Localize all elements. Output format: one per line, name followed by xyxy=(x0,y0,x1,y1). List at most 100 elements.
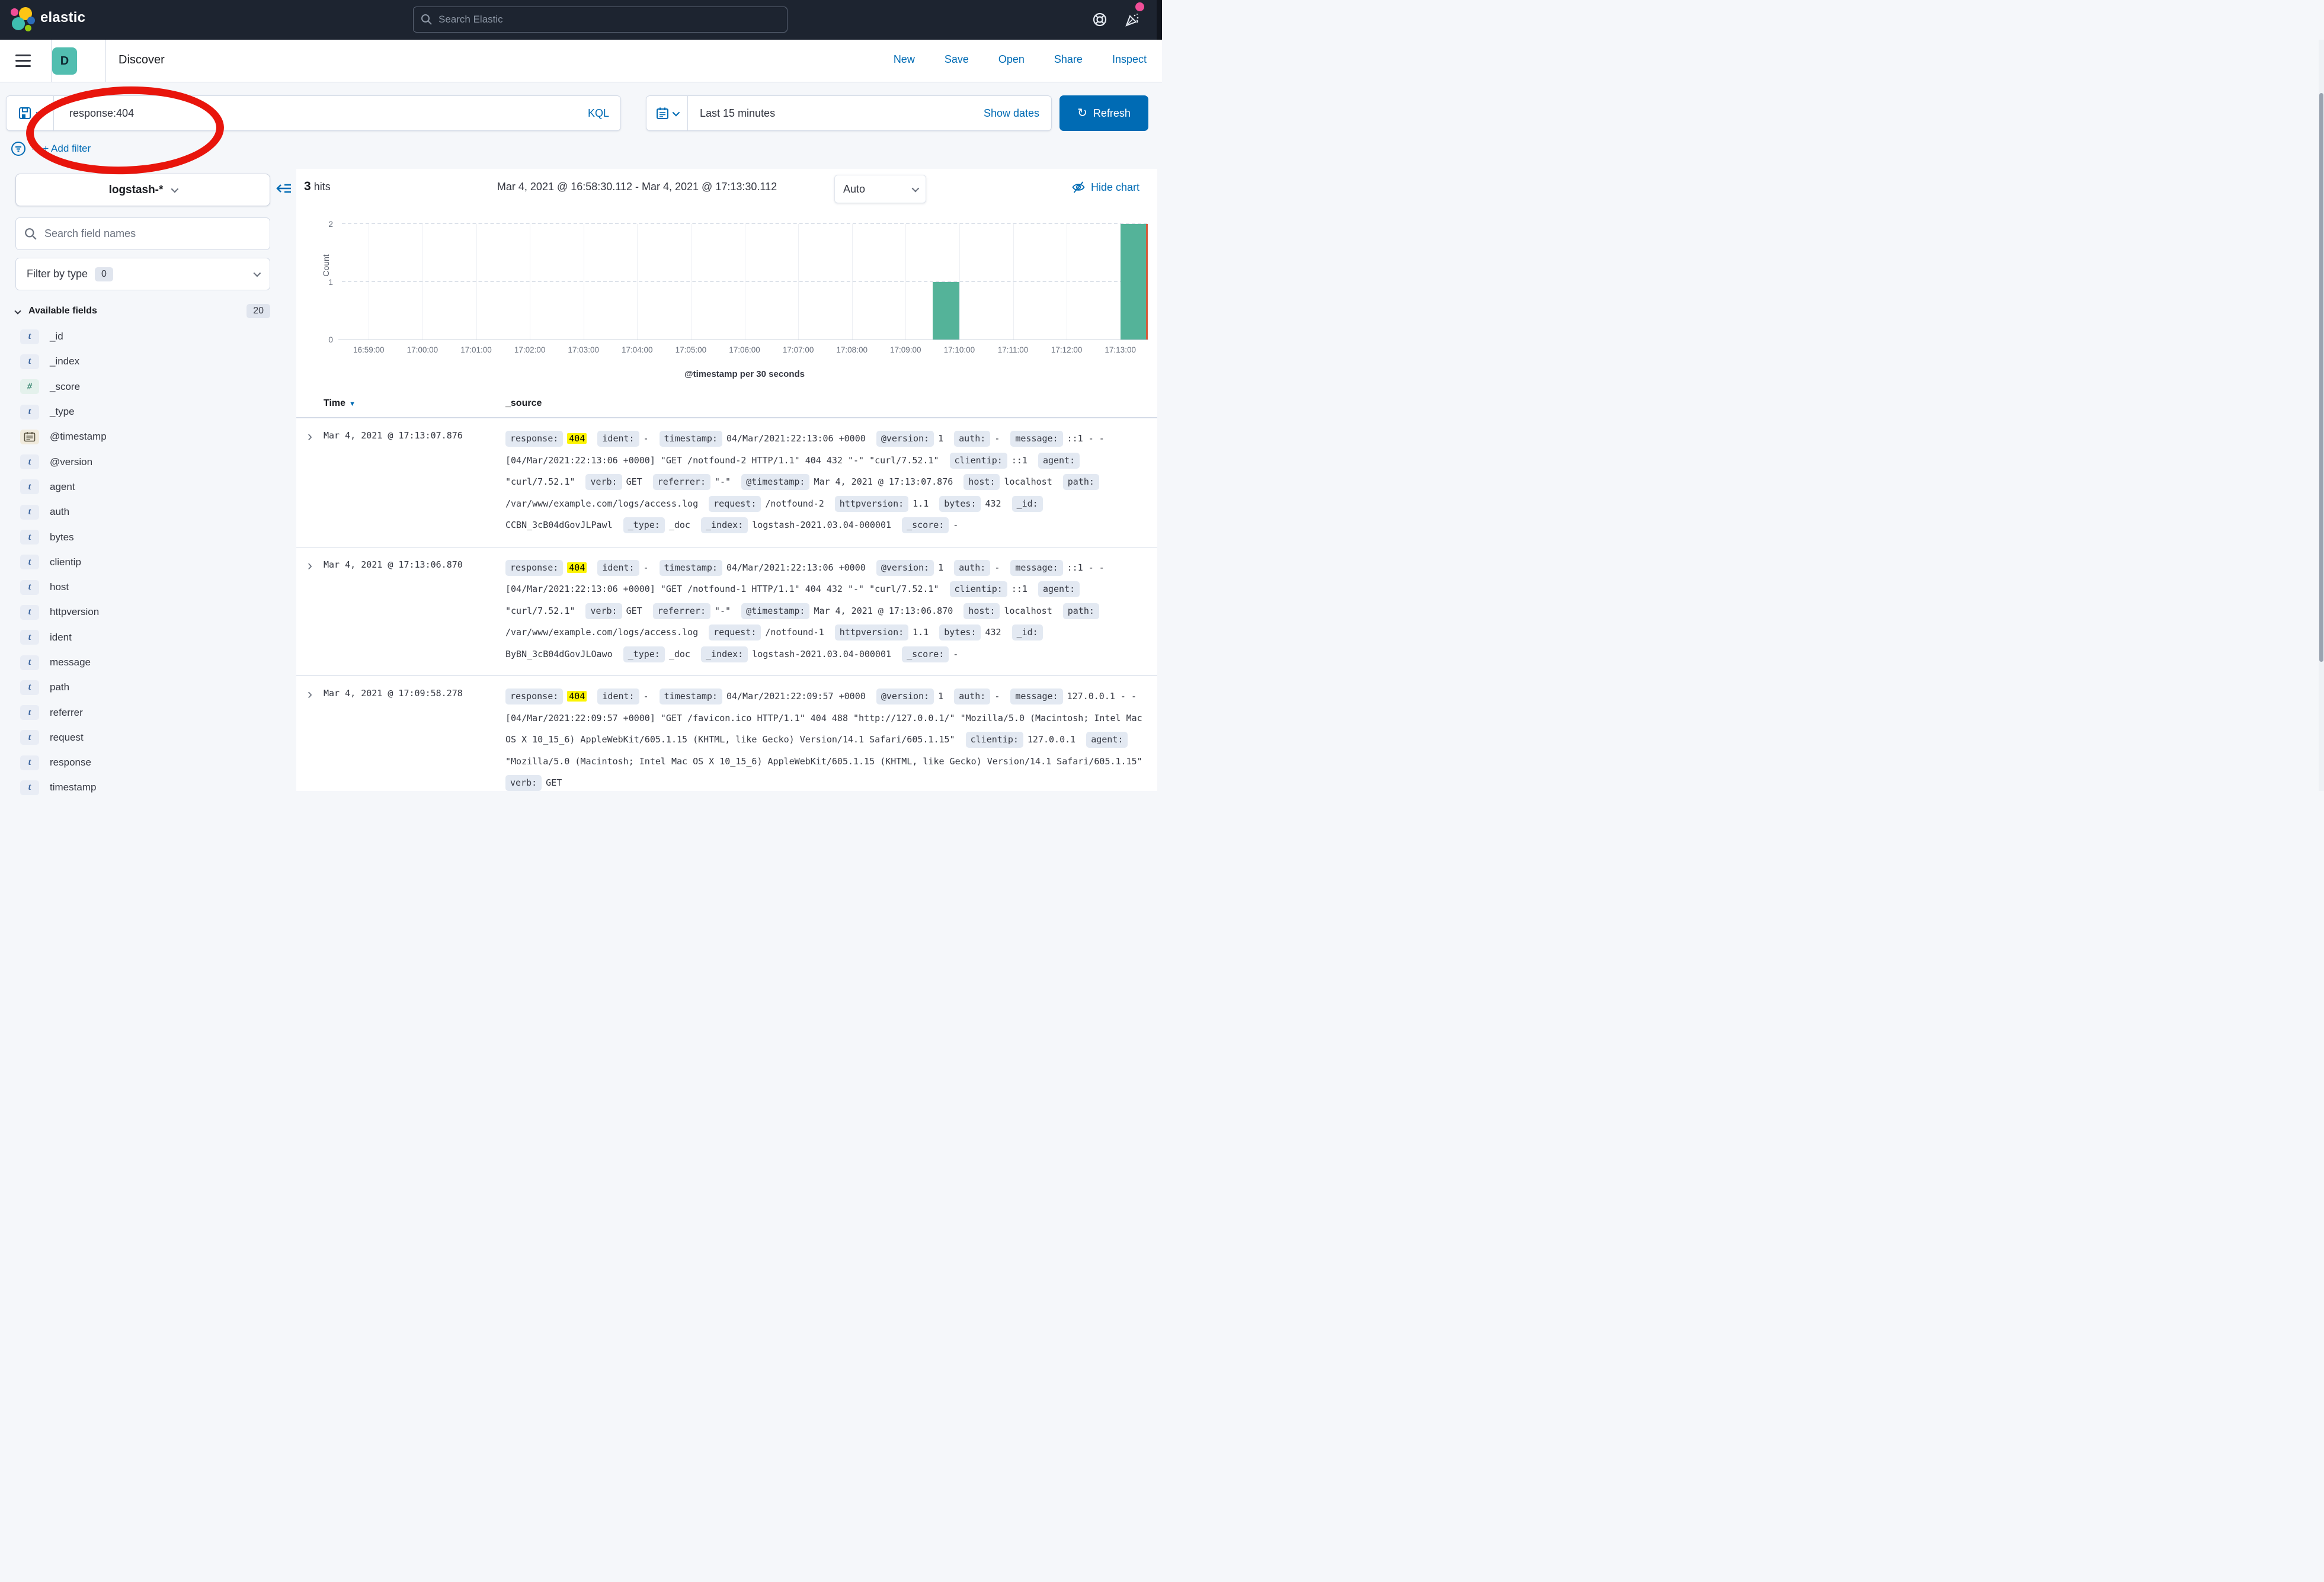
field-key-badge: @timestamp: xyxy=(741,474,809,490)
field-item-_id[interactable]: t _id xyxy=(15,324,270,349)
available-fields-header[interactable]: Available fields 20 xyxy=(15,304,270,318)
field-value: "Mozilla/5.0 (Macintosh; Intel Mac OS X … xyxy=(505,756,1142,767)
field-name: ident xyxy=(50,632,72,643)
discover-app-badge[interactable]: D xyxy=(52,47,77,75)
expand-row-icon[interactable]: › xyxy=(296,686,324,791)
histogram-bar-17:13:00[interactable] xyxy=(1121,224,1147,340)
nav-link-save[interactable]: Save xyxy=(945,53,969,66)
hide-chart-link[interactable]: Hide chart xyxy=(1072,181,1139,194)
field-value: - xyxy=(644,562,654,573)
query-input[interactable]: response:404 xyxy=(54,107,577,120)
field-item-ident[interactable]: tident xyxy=(15,625,270,650)
scrollbar[interactable] xyxy=(2319,40,2324,791)
number-field-icon: # xyxy=(20,379,39,394)
expand-row-icon[interactable]: › xyxy=(296,557,324,665)
field-value: _doc xyxy=(669,520,696,530)
scrollbar-header-segment xyxy=(1157,0,1162,40)
field-name: _id xyxy=(50,331,63,342)
field-item-clientip[interactable]: tclientip xyxy=(15,550,270,575)
field-value: - xyxy=(644,691,654,702)
field-item-@version[interactable]: t@version xyxy=(15,449,270,474)
filter-by-type-select[interactable]: Filter by type 0 xyxy=(15,258,270,290)
field-item-@timestamp[interactable]: @timestamp xyxy=(15,424,270,449)
show-dates-link[interactable]: Show dates xyxy=(984,107,1051,120)
string-field-icon: t xyxy=(20,605,39,620)
filter-by-type-label: Filter by type xyxy=(27,268,88,280)
add-filter-link[interactable]: + Add filter xyxy=(43,143,91,155)
filter-icon[interactable] xyxy=(11,141,26,156)
string-field-icon: t xyxy=(20,329,39,344)
field-item-agent[interactable]: tagent xyxy=(15,475,270,499)
field-item-httpversion[interactable]: thttpversion xyxy=(15,600,270,625)
newsfeed-icon[interactable] xyxy=(1125,12,1140,27)
field-item-host[interactable]: thost xyxy=(15,575,270,600)
field-key-badge: httpversion: xyxy=(835,496,908,512)
expand-row-icon[interactable]: › xyxy=(296,428,324,536)
y-tick-label: 1 xyxy=(328,277,333,287)
field-key-badge: @version: xyxy=(876,431,934,447)
field-key-badge: _score: xyxy=(902,646,949,662)
field-item-request[interactable]: trequest xyxy=(15,725,270,750)
help-icon[interactable] xyxy=(1092,12,1107,27)
field-item-bytes[interactable]: tbytes xyxy=(15,524,270,549)
column-header-source[interactable]: _source xyxy=(505,398,542,409)
field-name: auth xyxy=(50,506,69,518)
field-value: 1 xyxy=(938,691,949,702)
column-header-time[interactable]: Time▼ xyxy=(324,398,356,409)
divider xyxy=(51,40,52,82)
field-item-_type[interactable]: t_type xyxy=(15,399,270,424)
field-value: 04/Mar/2021:22:13:06 +0000 xyxy=(726,433,871,444)
field-item-auth[interactable]: tauth xyxy=(15,499,270,524)
saved-query-button[interactable] xyxy=(7,96,54,130)
refresh-button[interactable]: ↻ Refresh xyxy=(1059,95,1148,131)
elastic-logo-icon[interactable] xyxy=(11,7,36,32)
field-value: 04/Mar/2021:22:09:57 +0000 xyxy=(726,691,871,702)
nav-link-new[interactable]: New xyxy=(894,53,915,66)
field-item-_index[interactable]: t_index xyxy=(15,349,270,374)
nav-link-open[interactable]: Open xyxy=(998,53,1025,66)
field-key-badge: _score: xyxy=(902,517,949,533)
field-key-badge: _index: xyxy=(701,517,748,533)
x-gridline xyxy=(852,224,853,340)
hits-row: 3 hits Mar 4, 2021 @ 16:58:30.112 - Mar … xyxy=(296,175,1157,204)
table-row: ›Mar 4, 2021 @ 17:09:58.278response:404 … xyxy=(296,676,1157,791)
date-quick-select-button[interactable] xyxy=(646,96,688,130)
field-item-response[interactable]: tresponse xyxy=(15,750,270,775)
doc-source: response:404 ident:- timestamp:04/Mar/20… xyxy=(505,557,1149,665)
x-gridline xyxy=(691,224,692,340)
chevron-down-icon xyxy=(673,108,680,116)
field-key-badge: auth: xyxy=(954,688,990,704)
field-key-badge: clientip: xyxy=(966,732,1023,748)
date-field-icon xyxy=(20,430,39,444)
field-name: _index xyxy=(50,356,79,367)
histogram-bar-17:09:30[interactable] xyxy=(933,282,959,340)
query-language-button[interactable]: KQL xyxy=(577,107,620,120)
filter-row: – + Add filter xyxy=(11,140,91,158)
field-item-timestamp[interactable]: ttimestamp xyxy=(15,775,270,800)
y-gridline xyxy=(342,223,1147,224)
field-key-badge: clientip: xyxy=(950,453,1007,469)
collapse-sidebar-icon[interactable] xyxy=(275,180,293,197)
field-search-input[interactable]: Search field names xyxy=(15,217,270,250)
time-range-button[interactable]: Last 15 minutes xyxy=(688,107,984,120)
x-tick-label: 16:59:00 xyxy=(353,345,385,354)
field-item-message[interactable]: tmessage xyxy=(15,650,270,675)
x-tick-label: 17:07:00 xyxy=(783,345,814,354)
global-search-input[interactable]: Search Elastic xyxy=(413,7,788,33)
histogram-chart[interactable]: 16:59:0017:00:0017:01:0017:02:0017:03:00… xyxy=(342,224,1147,340)
field-item-path[interactable]: tpath xyxy=(15,675,270,700)
field-item-referrer[interactable]: treferrer xyxy=(15,700,270,725)
menu-icon[interactable] xyxy=(15,55,31,67)
nav-link-share[interactable]: Share xyxy=(1054,53,1083,66)
nav-link-inspect[interactable]: Inspect xyxy=(1112,53,1147,66)
scrollbar-thumb[interactable] xyxy=(2319,93,2323,662)
x-gridline xyxy=(637,224,638,340)
x-tick-label: 17:01:00 xyxy=(460,345,492,354)
y-tick-label: 2 xyxy=(328,219,333,229)
doc-time: Mar 4, 2021 @ 17:13:07.876 xyxy=(324,428,505,536)
field-key-badge: clientip: xyxy=(950,581,1007,597)
field-item-_score[interactable]: #_score xyxy=(15,374,270,399)
index-pattern-select[interactable]: logstash-* xyxy=(15,174,270,206)
interval-select[interactable]: Auto xyxy=(834,175,926,203)
table-header: Time▼ _source xyxy=(296,396,1157,418)
